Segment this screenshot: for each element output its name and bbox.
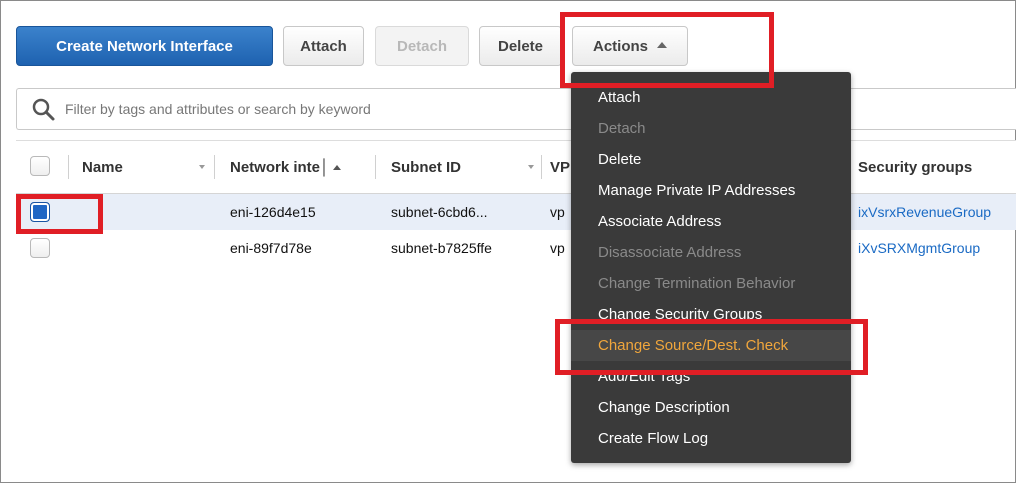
security-group-link[interactable]: iXvSRXMgmtGroup [858, 230, 1016, 266]
menu-item-manage-private-ip[interactable]: Manage Private IP Addresses [571, 175, 851, 206]
menu-item-create-flow-log[interactable]: Create Flow Log [571, 423, 851, 454]
menu-item-attach[interactable]: Attach [571, 82, 851, 113]
sort-ascending-icon [333, 164, 342, 170]
vpc-id: vp [550, 240, 565, 256]
search-icon [32, 98, 55, 121]
chevron-up-icon [657, 42, 667, 48]
attach-button[interactable]: Attach [283, 26, 364, 66]
column-header-vpc[interactable]: VP [550, 141, 570, 193]
menu-item-change-source-dest-check[interactable]: Change Source/Dest. Check [571, 330, 851, 361]
actions-button[interactable]: Actions [572, 26, 688, 66]
column-header-name[interactable]: Name [82, 141, 123, 193]
column-divider [541, 155, 542, 179]
table-header: Name Network inte│ Subnet ID VP Security… [16, 140, 1016, 194]
search-bar [16, 88, 1016, 130]
column-divider [214, 155, 215, 179]
subnet-id: subnet-b7825ffe [391, 240, 492, 256]
row-checkbox[interactable] [30, 202, 50, 222]
menu-item-change-security-groups[interactable]: Change Security Groups [571, 299, 851, 330]
table-row[interactable]: eni-126d4e15 subnet-6cbd6... vp ixVsrxRe… [16, 194, 1016, 230]
vpc-id: vp [550, 204, 565, 220]
sort-icon[interactable] [528, 165, 534, 169]
menu-item-associate-address[interactable]: Associate Address [571, 206, 851, 237]
menu-item-delete[interactable]: Delete [571, 144, 851, 175]
sort-icon[interactable] [199, 165, 205, 169]
detach-button: Detach [375, 26, 469, 66]
column-divider [68, 155, 69, 179]
delete-button[interactable]: Delete [479, 26, 562, 66]
actions-dropdown-menu: Attach Detach Delete Manage Private IP A… [571, 72, 851, 463]
column-header-label: Network inte│ [230, 158, 330, 176]
column-header-security-groups[interactable]: Security groups [858, 141, 972, 193]
menu-item-change-description[interactable]: Change Description [571, 392, 851, 423]
subnet-id: subnet-6cbd6... [391, 204, 488, 220]
menu-item-disassociate-address: Disassociate Address [598, 244, 742, 261]
search-input[interactable] [65, 95, 565, 123]
network-interface-id: eni-126d4e15 [230, 204, 316, 220]
create-network-interface-button[interactable]: Create Network Interface [16, 26, 273, 66]
table-row[interactable]: eni-89f7d78e subnet-b7825ffe vp iXvSRXMg… [16, 230, 1016, 266]
menu-item-change-termination-behavior: Change Termination Behavior [598, 275, 796, 292]
select-all-checkbox[interactable] [30, 156, 50, 176]
column-header-network-interface[interactable]: Network inte│ [230, 141, 342, 193]
row-checkbox[interactable] [30, 238, 50, 258]
menu-item-add-edit-tags[interactable]: Add/Edit Tags [571, 361, 851, 392]
actions-button-label: Actions [592, 37, 648, 55]
security-group-link[interactable]: ixVsrxRevenueGroup [858, 194, 1016, 230]
menu-item-detach: Detach [598, 120, 646, 137]
network-interface-id: eni-89f7d78e [230, 240, 312, 256]
column-divider [375, 155, 376, 179]
column-header-subnet-id[interactable]: Subnet ID [391, 141, 461, 193]
